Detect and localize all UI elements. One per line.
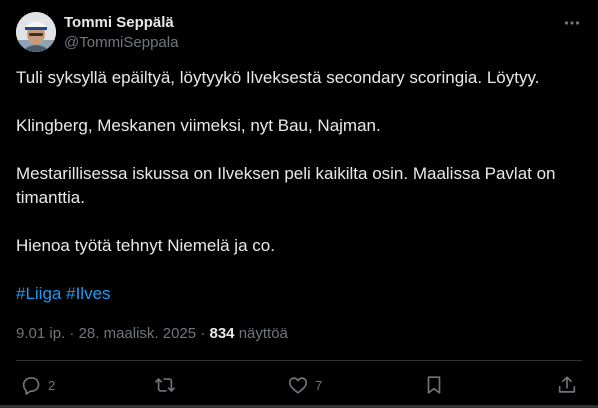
divider [16, 360, 582, 361]
views-label: näyttöä [238, 325, 288, 342]
tweet-paragraph: Klingberg, Meskanen viimeksi, nyt Bau, N… [16, 116, 381, 135]
hashtag-link-liiga[interactable]: #Liiga [16, 284, 61, 303]
like-count: 7 [315, 377, 323, 393]
avatar-image [16, 12, 56, 52]
retweet-icon [155, 378, 175, 392]
like-button[interactable]: 7 [287, 370, 322, 400]
avatar[interactable] [16, 12, 56, 52]
views-count: 834 [209, 325, 235, 342]
tweet-paragraph: Mestarillisessa iskussa on Ilveksen peli… [16, 164, 556, 207]
meta-separator: · [69, 325, 75, 342]
retweet-button[interactable] [154, 370, 176, 400]
tweet: Tommi Seppälä @TommiSeppala Tuli syksyll… [0, 0, 598, 408]
tweet-paragraph: Tuli syksyllä epäiltyä, löytyykö Ilvekse… [16, 68, 540, 87]
tweet-time[interactable]: 9.01 ip. [16, 325, 65, 342]
author-handle[interactable]: @TommiSeppala [64, 34, 178, 52]
hashtag-link-ilves[interactable]: #Ilves [66, 284, 110, 303]
share-icon [558, 376, 576, 393]
reply-icon [22, 377, 40, 395]
tweet-meta: 9.01 ip. · 28. maalisk. 2025 · 834 näytt… [16, 324, 288, 344]
reply-button[interactable]: 2 [20, 370, 55, 400]
tweet-text: Tuli syksyllä epäiltyä, löytyykö Ilvekse… [16, 66, 582, 330]
meta-separator: · [200, 325, 206, 342]
author-display-name[interactable]: Tommi Seppälä [64, 14, 174, 32]
bookmark-icon [427, 376, 441, 394]
bookmark-button[interactable] [423, 370, 445, 400]
share-button[interactable] [556, 370, 578, 400]
more-icon [564, 21, 580, 25]
tweet-date[interactable]: 28. maalisk. 2025 [79, 325, 197, 342]
tweet-paragraph: Hienoa työtä tehnyt Niemelä ja co. [16, 236, 275, 255]
action-bar: 2 7 [0, 370, 598, 400]
hashtags: #Liiga #Ilves [16, 282, 582, 306]
reply-count: 2 [48, 377, 56, 393]
like-icon [288, 377, 308, 394]
more-button[interactable] [561, 14, 583, 32]
